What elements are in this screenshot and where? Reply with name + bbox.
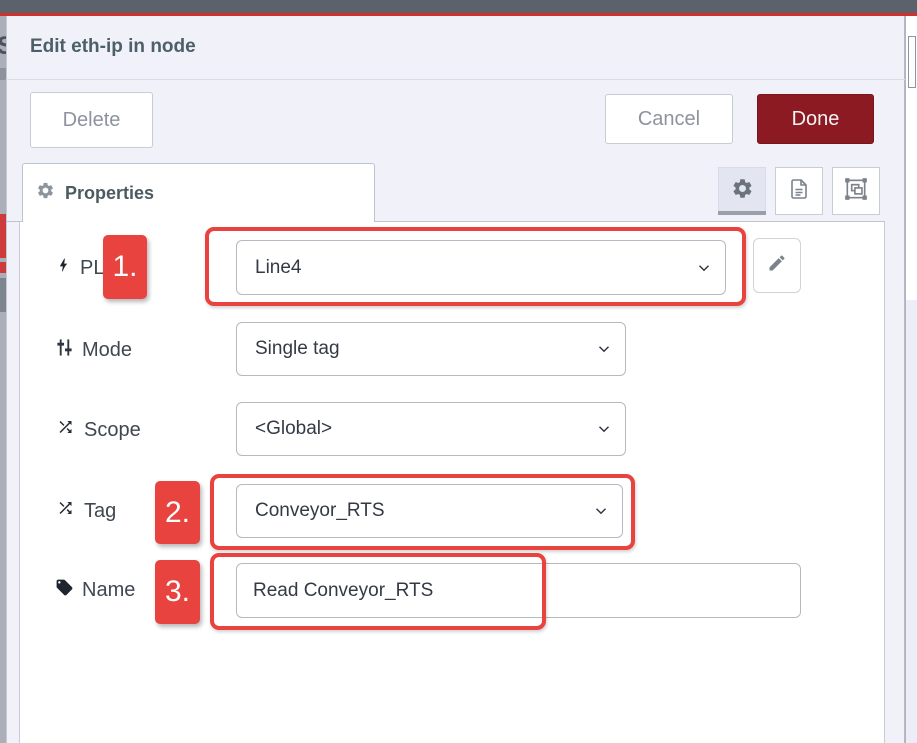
mode-label-text: Mode [82, 339, 132, 362]
bolt-icon [55, 254, 72, 282]
annotation-step-2-badge: 2. [155, 481, 200, 544]
header-divider [6, 79, 905, 80]
scope-label-text: Scope [84, 419, 141, 442]
name-input[interactable] [236, 563, 801, 618]
edit-plc-config-button[interactable] [753, 238, 801, 293]
gear-icon [731, 177, 754, 205]
dialog-title: Edit eth-ip in node [30, 36, 196, 58]
tab-properties-label: Properties [65, 183, 154, 204]
name-field-label: Name [55, 575, 135, 605]
scope-select[interactable]: <Global> [236, 402, 626, 456]
scrollbar-thumb[interactable] [908, 36, 916, 88]
annotation-step-3-badge: 3. [155, 560, 200, 624]
tag-select[interactable]: Conveyor_RTS [236, 484, 623, 538]
form-panel [19, 222, 885, 743]
chevron-down-icon [695, 259, 713, 283]
cancel-button-label: Cancel [638, 108, 700, 131]
scope-field-label: Scope [55, 415, 141, 445]
mode-select[interactable]: Single tag [236, 322, 626, 376]
tab-button-appearance[interactable] [832, 167, 880, 215]
name-label-text: Name [82, 579, 135, 602]
active-tab-underline [718, 211, 766, 215]
tag-icon [55, 578, 74, 603]
screenshot-root: S Edit eth-ip in node Delete Cancel Done… [0, 0, 917, 743]
chevron-down-icon [592, 502, 610, 526]
document-icon [787, 177, 811, 206]
shuffle-icon [55, 418, 76, 442]
tag-select-value: Conveyor_RTS [255, 500, 385, 522]
done-button[interactable]: Done [757, 94, 874, 144]
tag-label-text: Tag [84, 500, 116, 523]
sliders-icon [55, 338, 74, 363]
scope-select-value: <Global> [255, 418, 332, 440]
gear-icon [36, 181, 55, 205]
chevron-down-icon [595, 340, 613, 364]
background-fragment [906, 300, 917, 743]
cancel-button[interactable]: Cancel [605, 94, 733, 144]
plc-select[interactable]: Line4 [236, 240, 726, 295]
plc-select-value: Line4 [255, 257, 302, 279]
mode-select-value: Single tag [255, 338, 340, 360]
tab-button-description[interactable] [775, 167, 823, 215]
object-group-icon [843, 176, 869, 207]
delete-button[interactable]: Delete [30, 92, 153, 148]
shuffle-icon [55, 499, 76, 523]
delete-button-label: Delete [63, 109, 121, 132]
pencil-icon [767, 253, 787, 278]
background-page-right-sliver [905, 16, 917, 743]
browser-topbar [0, 0, 917, 13]
chevron-down-icon [595, 420, 613, 444]
done-button-label: Done [792, 108, 840, 131]
tag-field-label: Tag [55, 496, 116, 526]
tab-properties[interactable]: Properties [22, 163, 375, 222]
tab-button-properties[interactable] [718, 167, 766, 215]
mode-field-label: Mode [55, 335, 132, 365]
annotation-step-1-badge: 1. [103, 235, 147, 299]
